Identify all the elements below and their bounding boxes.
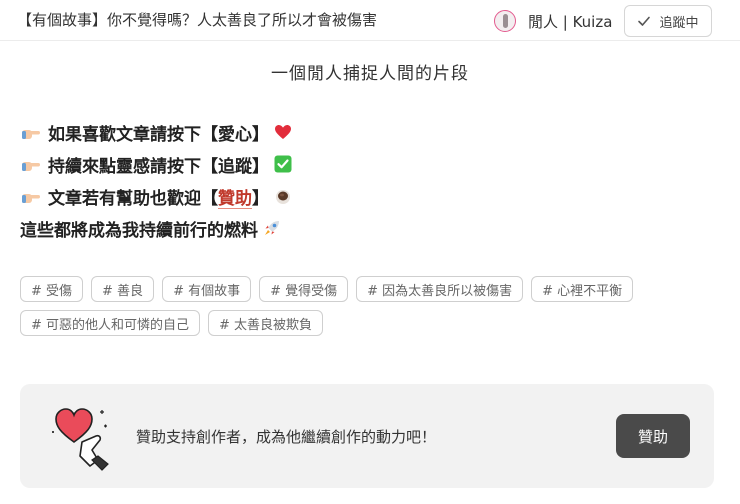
hand-holding-heart-icon — [52, 408, 109, 471]
cta-line-fuel-text: 這些都將成為我持續前行的燃料 — [20, 220, 258, 241]
cta-line-follow: 持續來點靈感請按下【追蹤】 — [20, 148, 293, 180]
rocket-icon — [265, 221, 279, 235]
article-title: 【有個故事】你不覺得嗎？人太善良了所以才會被傷害 — [17, 11, 378, 29]
top-bar: 【有個故事】你不覺得嗎？人太善良了所以才會被傷害 閒人 | Kuiza 追蹤中 — [0, 0, 740, 41]
cta-line-follow-text: 持續來點靈感請按下【追蹤】 — [48, 156, 269, 177]
tag-chip[interactable]: # 受傷 — [20, 276, 84, 302]
cta-line-sponsor-pre: 文章若有幫助也歡迎【 — [48, 188, 218, 209]
sponsor-button[interactable]: 贊助 — [616, 414, 690, 458]
tag-chip[interactable]: # 善良 — [91, 276, 155, 302]
coffee-cup-icon — [276, 190, 290, 204]
tag-chip[interactable]: # 覺得受傷 — [259, 276, 349, 302]
heart-icon — [275, 125, 291, 139]
sponsor-card: 贊助支持創作者，成為他繼續創作的動力吧！ 贊助 — [20, 384, 714, 488]
pointing-hand-icon — [22, 130, 40, 139]
tag-chip[interactable]: # 太善良被欺負 — [208, 310, 324, 336]
tag-row: # 可惡的他人和可憐的自己 # 太善良被欺負 — [20, 310, 720, 336]
tag-chip[interactable]: # 心裡不平衡 — [531, 276, 634, 302]
tag-chip[interactable]: # 有個故事 — [162, 276, 252, 302]
page-subtitle: 一個閒人捕捉人間的片段 — [271, 64, 469, 84]
tag-list: # 受傷 # 善良 # 有個故事 # 覺得受傷 # 因為太善良所以被傷害 # 心… — [20, 276, 720, 344]
sponsor-message: 贊助支持創作者，成為他繼續創作的動力吧！ — [136, 428, 437, 446]
cta-line-fuel: 這些都將成為我持續前行的燃料 — [20, 212, 293, 244]
sponsor-link[interactable]: 贊助 — [218, 184, 252, 209]
tag-chip[interactable]: # 因為太善良所以被傷害 — [356, 276, 524, 302]
tag-chip[interactable]: # 可惡的他人和可憐的自己 — [20, 310, 201, 336]
check-icon — [638, 16, 651, 26]
avatar[interactable] — [494, 10, 516, 32]
following-button[interactable]: 追蹤中 — [624, 5, 712, 37]
pointing-hand-icon — [22, 162, 40, 171]
checkmark-box-icon — [274, 155, 292, 173]
pointing-hand-icon — [22, 194, 40, 203]
tag-row: # 受傷 # 善良 # 有個故事 # 覺得受傷 # 因為太善良所以被傷害 # 心… — [20, 276, 720, 302]
following-label: 追蹤中 — [659, 15, 699, 31]
author-info[interactable]: 閒人 | Kuiza — [494, 8, 612, 34]
cta-line-sponsor: 文章若有幫助也歡迎【 贊助】 — [20, 180, 293, 212]
cta-lines: 如果喜歡文章請按下【愛心】 持續來點靈感請按下【追蹤】 文章若有幫助也歡迎【 贊助… — [20, 116, 293, 244]
author-name[interactable]: 閒人 | Kuiza — [528, 11, 612, 32]
cta-line-like-text: 如果喜歡文章請按下【愛心】 — [48, 124, 269, 145]
cta-line-like: 如果喜歡文章請按下【愛心】 — [20, 116, 293, 148]
cta-line-sponsor-post: 】 — [252, 188, 269, 209]
